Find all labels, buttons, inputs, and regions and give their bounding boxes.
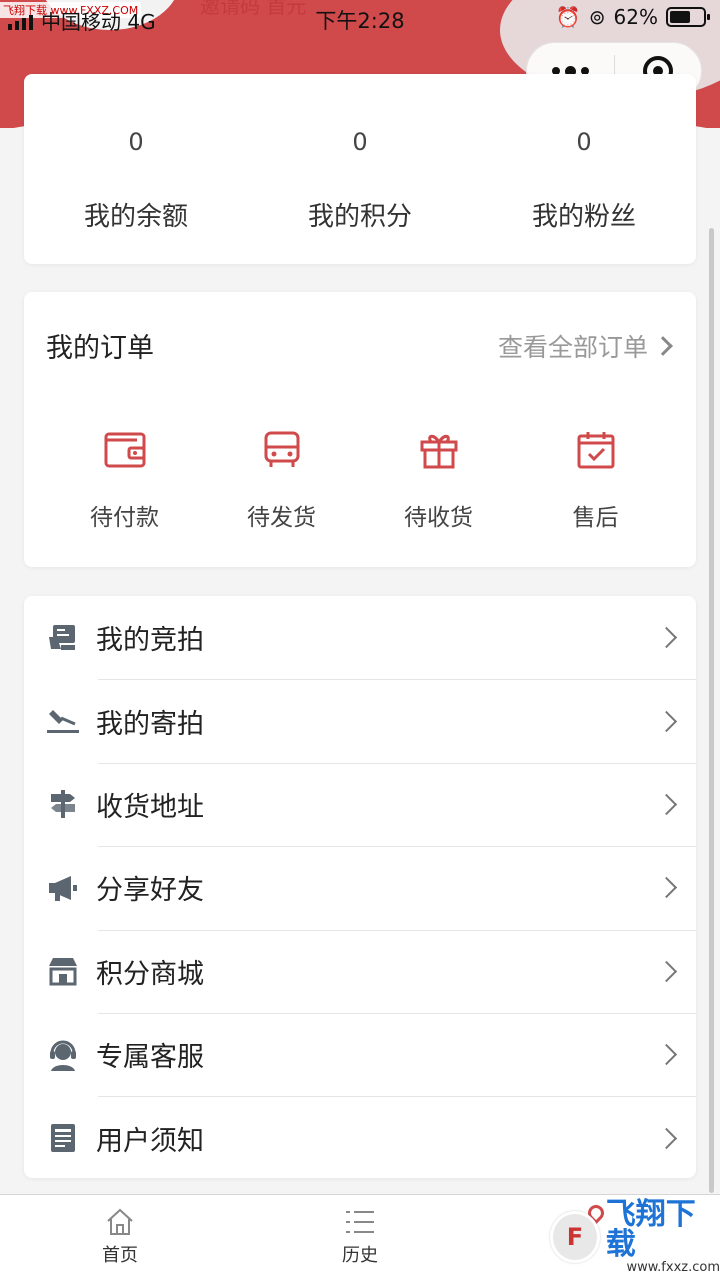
chevron-right-icon [653, 335, 673, 356]
menu-item-label: 专属客服 [96, 1042, 204, 1074]
gavel-icon [47, 710, 79, 734]
menu-item-label: 我的寄拍 [96, 708, 204, 740]
store-icon [49, 958, 77, 986]
gift-icon [420, 434, 457, 469]
view-all-orders-label: 查看全部订单 [497, 332, 648, 362]
tab-label: 历史 [342, 1245, 378, 1266]
battery-icon [666, 7, 710, 27]
menu-item-share-friends[interactable]: 分享好友 [24, 846, 696, 929]
rotation-lock-icon: ⊚ [588, 5, 606, 29]
stat-label: 我的积分 [307, 202, 412, 232]
chevron-right-icon [655, 1044, 677, 1066]
stat-value: 0 [128, 128, 144, 156]
headset-agent-icon [50, 1040, 76, 1071]
menu-item-label: 用户须知 [96, 1125, 204, 1157]
menu-list-card: 我的竞拍 我的寄拍 收货地址 分享好友 积分商城 专属客服 用户须知 [24, 596, 696, 1178]
chevron-right-icon [655, 793, 677, 816]
order-status-label: 待收货 [404, 505, 473, 531]
menu-item-label: 收货地址 [96, 791, 204, 823]
menu-item-my-auctions[interactable]: 我的竞拍 [24, 596, 696, 679]
menu-item-customer-service[interactable]: 专属客服 [24, 1012, 696, 1096]
site-watermark: F 飞翔下载 www.fxxz.com [550, 1196, 720, 1275]
scrollbar[interactable] [709, 228, 714, 1193]
menu-item-user-notice[interactable]: 用户须知 [24, 1096, 696, 1179]
orders-card: 我的订单 查看全部订单 待付款 待发货 待收货 售后 [24, 292, 696, 567]
menu-item-points-mall[interactable]: 积分商城 [24, 929, 696, 1013]
order-status-label: 待发货 [247, 505, 316, 531]
watermark-url: www.fxxz.com [626, 1259, 720, 1275]
stat-value: 0 [352, 128, 368, 156]
stat-label: 我的余额 [83, 202, 188, 232]
watermark-brand: 飞翔下载 [605, 1196, 696, 1262]
document-icon [51, 1124, 75, 1153]
stat-fans[interactable]: 0 我的粉丝 [472, 74, 696, 264]
watermark-logo: F [550, 1211, 600, 1263]
alarm-icon: ⏰ [555, 5, 581, 29]
signpost-icon [51, 790, 75, 819]
tab-label: 首页 [102, 1245, 138, 1266]
chevron-right-icon [655, 960, 677, 982]
home-icon [107, 1208, 133, 1235]
wallet-icon [104, 432, 145, 468]
tab-home[interactable]: 首页 [0, 1195, 240, 1280]
menu-item-my-consignments[interactable]: 我的寄拍 [24, 679, 696, 762]
orders-title: 我的订单 [46, 333, 154, 364]
stat-points[interactable]: 0 我的积分 [248, 74, 472, 264]
auction-screen-icon [49, 624, 75, 650]
truck-icon [264, 431, 299, 467]
stat-label: 我的粉丝 [531, 202, 636, 232]
order-status-label: 待付款 [90, 505, 159, 531]
battery-percent: 62% [613, 5, 658, 29]
order-pending-receipt[interactable]: 待收货 [360, 430, 517, 532]
calendar-check-icon [577, 432, 614, 469]
order-pending-shipment[interactable]: 待发货 [203, 430, 360, 532]
stat-value: 0 [576, 128, 592, 156]
menu-item-label: 我的竞拍 [96, 625, 204, 657]
order-pending-payment[interactable]: 待付款 [46, 430, 203, 532]
view-all-orders-link[interactable]: 查看全部订单 [497, 328, 673, 364]
status-bar: 飞翔下载 www.FXXZ.COM 中国移动 4G 邀请码 首元 下午2:28 … [0, 0, 720, 36]
megaphone-icon [49, 875, 77, 901]
menu-item-label: 积分商城 [96, 958, 204, 990]
chevron-right-icon [655, 627, 677, 649]
account-stats-card: 0 我的余额 0 我的积分 0 我的粉丝 [24, 74, 696, 264]
chevron-right-icon [655, 1127, 677, 1149]
stat-balance[interactable]: 0 我的余额 [24, 74, 248, 264]
order-after-sales[interactable]: 售后 [517, 430, 674, 532]
menu-item-shipping-address[interactable]: 收货地址 [24, 762, 696, 846]
menu-item-label: 分享好友 [96, 875, 204, 907]
chevron-right-icon [655, 877, 677, 899]
order-status-label: 售后 [572, 505, 619, 531]
tab-history[interactable]: 历史 [240, 1195, 480, 1280]
list-icon [346, 1211, 374, 1233]
chevron-right-icon [655, 710, 677, 732]
